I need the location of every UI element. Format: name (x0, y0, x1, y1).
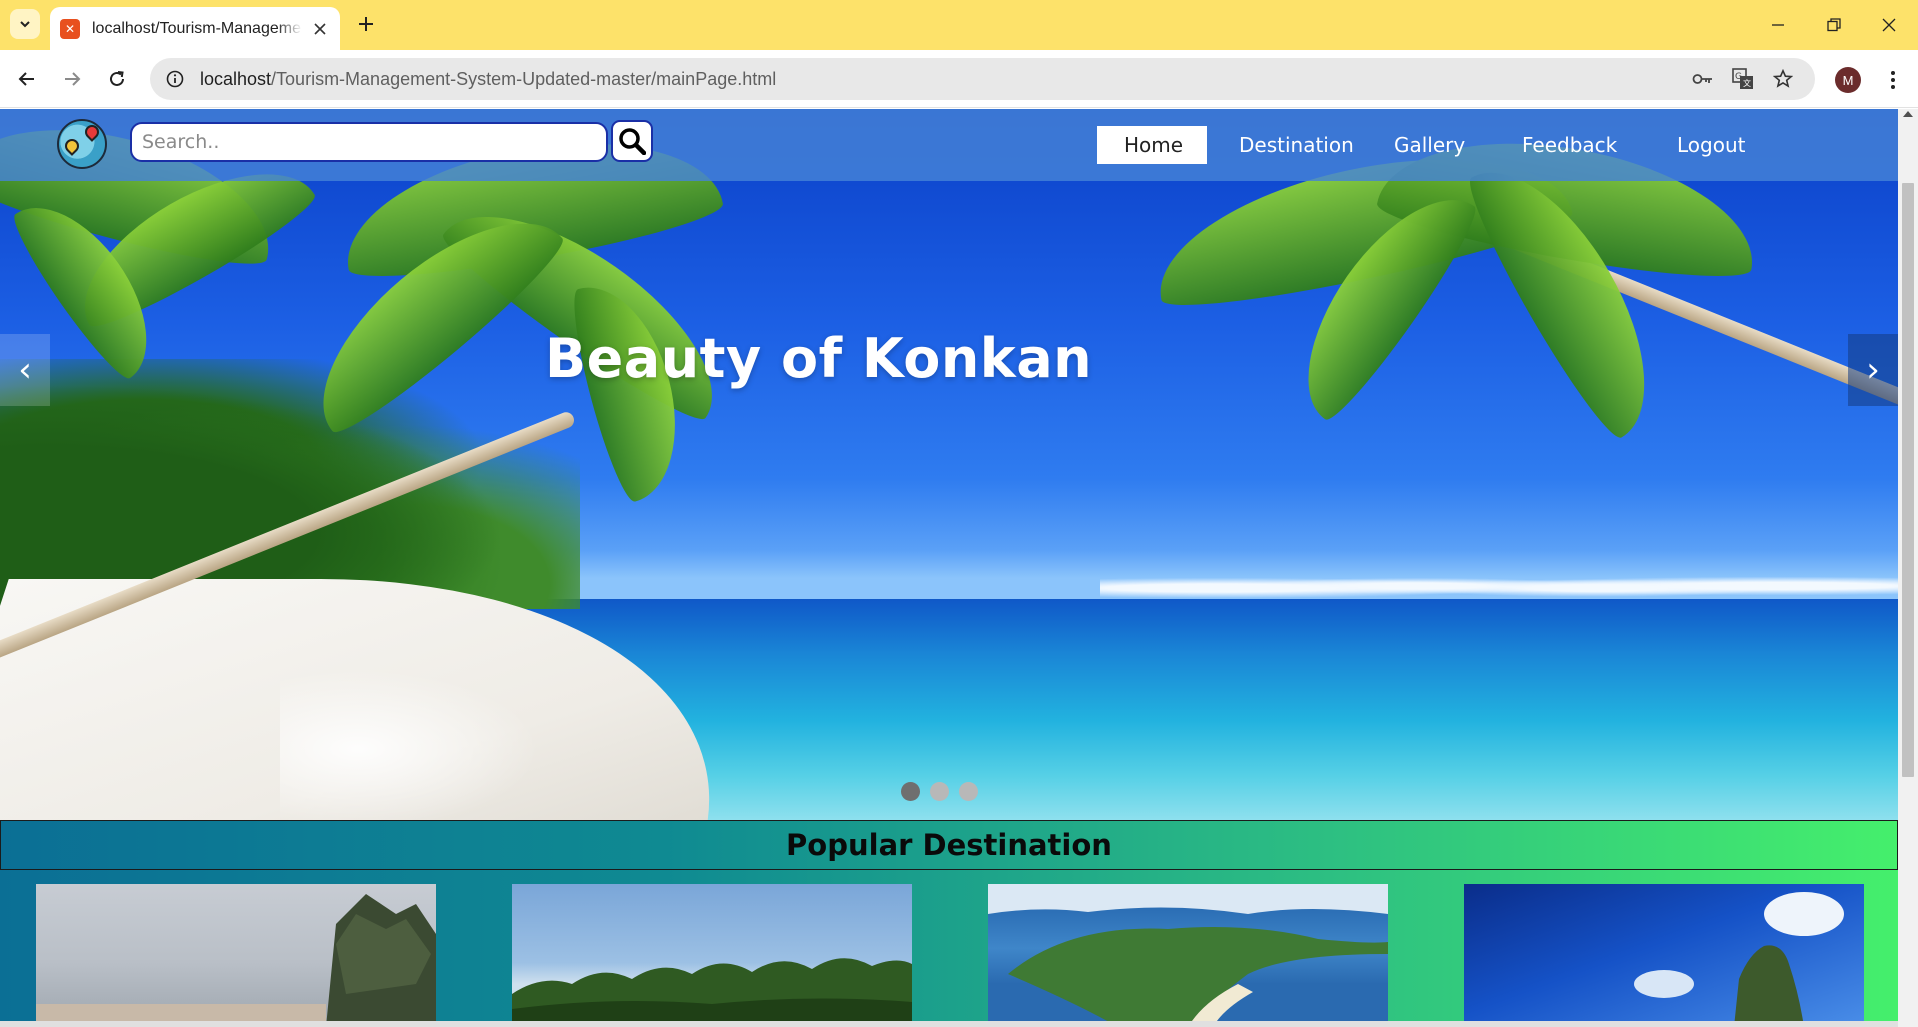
browser-menu-button[interactable] (1880, 65, 1906, 95)
restore-icon (1827, 18, 1841, 32)
map-pin-icon (62, 136, 82, 156)
info-icon (166, 70, 184, 88)
section-title: Popular Destination (786, 828, 1112, 862)
chevron-down-icon (20, 21, 30, 28)
nav-destination[interactable]: Destination (1207, 126, 1365, 164)
key-icon (1692, 74, 1712, 84)
hero-title: Beauty of Konkan (545, 327, 1093, 390)
nav-feedback[interactable]: Feedback (1491, 126, 1647, 164)
slide-dot-2[interactable] (930, 782, 949, 801)
translate-button[interactable]: G文 (1730, 66, 1756, 92)
hero-slideshow: Home Destination Gallery Feedback Logout… (0, 109, 1898, 820)
scrollbar-thumb[interactable] (1902, 183, 1914, 777)
destination-card[interactable] (1464, 884, 1864, 1027)
globe-logo-icon[interactable] (57, 119, 107, 169)
search-icon (619, 128, 646, 155)
search-button[interactable] (611, 120, 653, 162)
nav-home[interactable]: Home (1097, 126, 1207, 164)
popular-destination-header: Popular Destination (0, 820, 1898, 870)
popular-destination-section: Popular Destination (0, 820, 1898, 1027)
arrow-right-icon (65, 72, 81, 86)
close-icon (314, 22, 326, 35)
reload-button[interactable] (101, 63, 133, 95)
vertical-scrollbar[interactable] (1898, 109, 1918, 1027)
plus-icon (359, 17, 373, 31)
next-slide-button[interactable]: › (1848, 334, 1898, 406)
page-viewport: Home Destination Gallery Feedback Logout… (0, 109, 1898, 1027)
jungle-foliage (0, 359, 580, 609)
tab-search-button[interactable] (10, 9, 40, 39)
destination-photo (512, 958, 912, 1027)
address-bar[interactable]: localhost/Tourism-Management-System-Upda… (150, 58, 1815, 100)
browser-toolbar: localhost/Tourism-Management-System-Upda… (0, 50, 1918, 108)
back-button[interactable] (11, 63, 43, 95)
star-icon (1773, 69, 1793, 88)
xampp-favicon-icon: ✕ (60, 18, 80, 39)
close-window-button[interactable] (1874, 10, 1904, 40)
url-path: /Tourism-Management-System-Updated-maste… (271, 68, 777, 89)
destination-card[interactable] (988, 884, 1388, 1027)
browser-tab-bar: ✕ localhost/Tourism-Management-System-Up… (0, 0, 1918, 50)
slide-dot-3[interactable] (959, 782, 978, 801)
more-vertical-icon (1891, 71, 1895, 89)
previous-slide-button[interactable]: ‹ (0, 334, 50, 406)
translate-icon: G文 (1732, 68, 1753, 89)
destination-photo (988, 884, 1388, 1027)
search-input[interactable] (130, 122, 608, 162)
slide-indicators (901, 782, 988, 801)
horizontal-scrollbar[interactable] (0, 1021, 1898, 1027)
bookmark-button[interactable] (1770, 66, 1796, 92)
site-header: Home Destination Gallery Feedback Logout (0, 109, 1898, 181)
restore-button[interactable] (1819, 10, 1849, 40)
destination-card[interactable] (36, 884, 436, 1027)
shore-foam (280, 669, 540, 820)
reload-icon (110, 71, 124, 86)
tab-title: localhost/Tourism-Management-System-Upda… (92, 19, 302, 37)
destination-photo (36, 894, 436, 1027)
nav-logout[interactable]: Logout (1647, 126, 1767, 164)
minimize-icon (1772, 24, 1784, 26)
close-icon (1882, 18, 1896, 32)
main-nav: Home Destination Gallery Feedback Logout (1097, 126, 1767, 164)
new-tab-button[interactable] (352, 10, 380, 38)
forward-button[interactable] (56, 63, 88, 95)
close-tab-button[interactable] (310, 19, 330, 39)
minimize-button[interactable] (1763, 10, 1793, 40)
url-text: localhost/Tourism-Management-System-Upda… (200, 69, 776, 90)
svg-text:G: G (1735, 72, 1742, 82)
arrow-left-icon (18, 72, 34, 86)
horizon-clouds (1100, 564, 1898, 604)
destination-photo (1634, 892, 1844, 1027)
url-host: localhost (200, 68, 272, 89)
scroll-up-arrow-icon[interactable] (1903, 111, 1913, 117)
slide-dot-1[interactable] (901, 782, 920, 801)
svg-text:文: 文 (1743, 78, 1751, 88)
browser-tab[interactable]: ✕ localhost/Tourism-Management-System-Up… (50, 7, 340, 50)
nav-gallery[interactable]: Gallery (1365, 126, 1491, 164)
passwords-button[interactable] (1690, 66, 1716, 92)
destination-card[interactable] (512, 884, 912, 1027)
site-info-button[interactable] (162, 66, 188, 92)
map-pin-icon (82, 122, 102, 142)
profile-avatar[interactable]: M (1835, 67, 1861, 93)
